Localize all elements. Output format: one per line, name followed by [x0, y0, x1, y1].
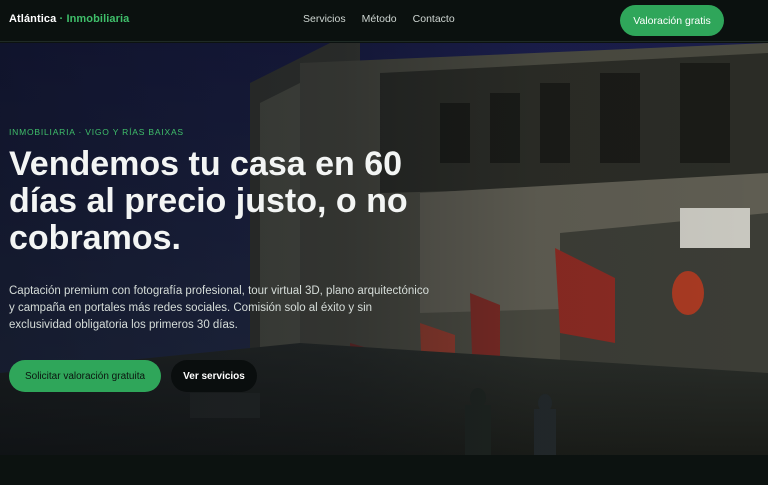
hero-subtext: Captación premium con fotografía profesi…: [9, 285, 429, 331]
hero-headline: Vendemos tu casa en 60 días al precio ju…: [9, 145, 408, 257]
top-navbar: Atlántica · Inmobiliaria Servicios Métod…: [0, 0, 768, 42]
nav-link-servicios[interactable]: Servicios: [303, 13, 346, 25]
brand-name: Atlántica: [9, 13, 57, 25]
nav-links: Servicios Método Contacto: [303, 13, 455, 25]
nav-link-metodo[interactable]: Método: [362, 13, 397, 25]
ver-servicios-button[interactable]: Ver servicios: [171, 360, 257, 392]
nav-link-contacto[interactable]: Contacto: [413, 13, 455, 25]
valoracion-gratis-button[interactable]: Valoración gratis: [620, 5, 724, 36]
next-section-strip: [0, 455, 768, 485]
brand-accent: Inmobiliaria: [66, 13, 130, 25]
hero-eyebrow: INMOBILIARIA · VIGO Y RÍAS BAIXAS: [9, 127, 184, 137]
brand-logo[interactable]: Atlántica · Inmobiliaria: [9, 13, 129, 25]
brand-separator: ·: [59, 13, 64, 25]
hero-section: INMOBILIARIA · VIGO Y RÍAS BAIXAS Vendem…: [0, 43, 768, 455]
solicitar-valoracion-button[interactable]: Solicitar valoración gratuita: [9, 360, 161, 392]
